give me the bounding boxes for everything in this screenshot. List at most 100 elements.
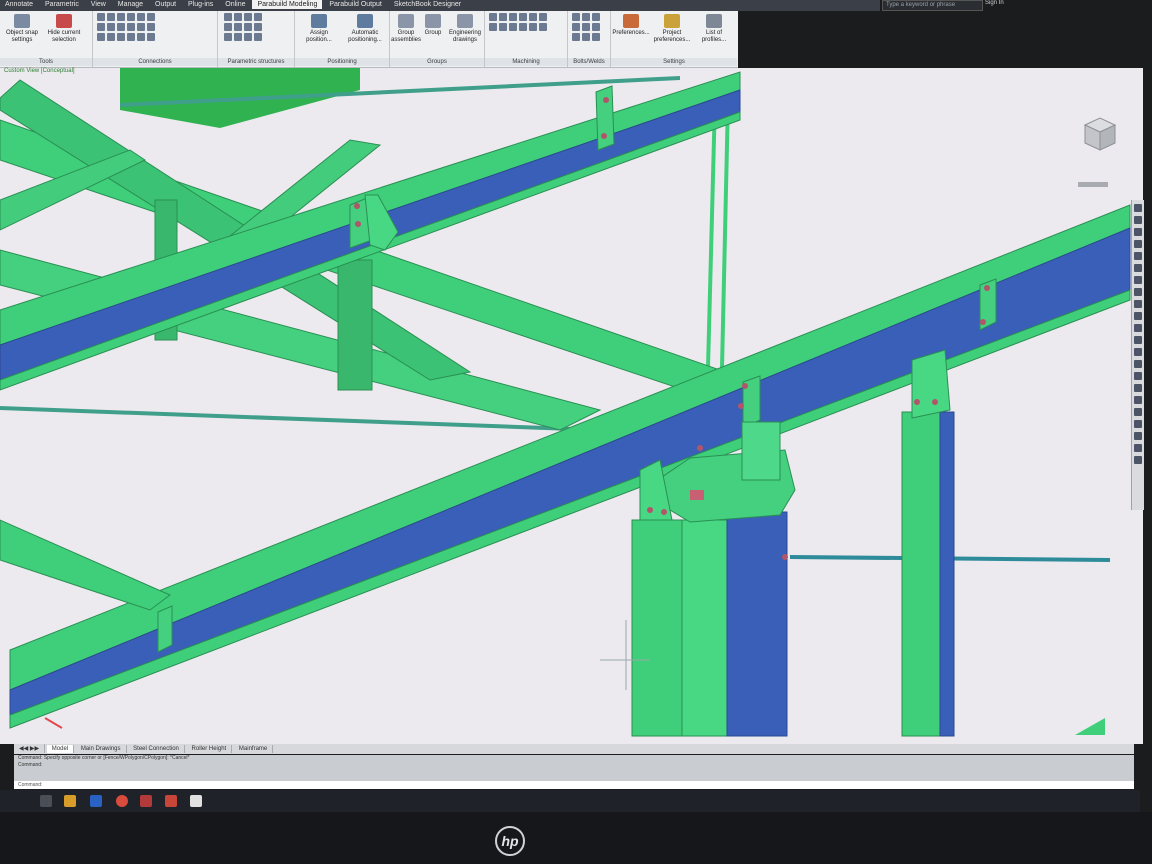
bolt-tool-icon[interactable]: [572, 23, 580, 31]
machining-tool-icon[interactable]: [539, 23, 547, 31]
nav-arrows[interactable]: ◀◀ ▶▶: [14, 744, 46, 753]
tab-online[interactable]: Online: [220, 0, 250, 9]
connection-tool-icon[interactable]: [117, 23, 125, 31]
machining-tool-icon[interactable]: [499, 13, 507, 21]
start-icon[interactable]: [40, 795, 52, 807]
bolt-tool-icon[interactable]: [582, 13, 590, 21]
assign-position-button[interactable]: Assign position...: [297, 14, 341, 44]
viewport-label[interactable]: Custom View [Conceptual]: [2, 68, 77, 74]
connection-tool-icon[interactable]: [147, 13, 155, 21]
toolbar-tool-icon[interactable]: [1134, 384, 1142, 392]
toolbar-tool-icon[interactable]: [1134, 300, 1142, 308]
machining-tool-icon[interactable]: [529, 23, 537, 31]
machining-tool-icon[interactable]: [529, 13, 537, 21]
parametric-tool-icon[interactable]: [254, 23, 262, 31]
preferences-button[interactable]: Preferences...: [611, 14, 651, 37]
machining-tool-icon[interactable]: [509, 13, 517, 21]
parametric-tool-icon[interactable]: [234, 23, 242, 31]
toolbar-tool-icon[interactable]: [1134, 372, 1142, 380]
machining-tool-icon[interactable]: [509, 23, 517, 31]
connection-tool-icon[interactable]: [147, 23, 155, 31]
bolt-tool-icon[interactable]: [572, 33, 580, 41]
parametric-tool-icon[interactable]: [224, 23, 232, 31]
connection-tool-icon[interactable]: [127, 23, 135, 31]
tab-parabuild-output[interactable]: Parabuild Output: [324, 0, 387, 9]
tab-mainframe[interactable]: Mainframe: [234, 745, 274, 753]
connection-tool-icon[interactable]: [137, 23, 145, 31]
toolbar-tool-icon[interactable]: [1134, 240, 1142, 248]
connection-tool-icon[interactable]: [107, 13, 115, 21]
machining-tool-icon[interactable]: [499, 23, 507, 31]
tab-roller-height[interactable]: Roller Height: [187, 745, 233, 753]
viewcube[interactable]: [1083, 117, 1117, 151]
toolbar-tool-icon[interactable]: [1134, 312, 1142, 320]
wcs-dropdown[interactable]: [1078, 182, 1108, 187]
parametric-tool-icon[interactable]: [244, 33, 252, 41]
tab-main-drawings[interactable]: Main Drawings: [76, 745, 127, 753]
tab-view[interactable]: View: [86, 0, 111, 9]
tab-parabuild-modeling[interactable]: Parabuild Modeling: [252, 0, 323, 9]
toolbar-tool-icon[interactable]: [1134, 396, 1142, 404]
toolbar-tool-icon[interactable]: [1134, 408, 1142, 416]
toolbar-tool-icon[interactable]: [1134, 252, 1142, 260]
connection-tool-icon[interactable]: [137, 33, 145, 41]
connection-tool-icon[interactable]: [117, 33, 125, 41]
connection-tool-icon[interactable]: [127, 13, 135, 21]
tab-steel-connection[interactable]: Steel Connection: [128, 745, 185, 753]
toolbar-tool-icon[interactable]: [1134, 420, 1142, 428]
bolt-tool-icon[interactable]: [582, 23, 590, 31]
toolbar-tool-icon[interactable]: [1134, 336, 1142, 344]
tab-sketchbook-designer[interactable]: SketchBook Designer: [389, 0, 466, 9]
connection-tool-icon[interactable]: [97, 13, 105, 21]
parametric-tool-icon[interactable]: [254, 13, 262, 21]
tab-manage[interactable]: Manage: [113, 0, 148, 9]
tab-output[interactable]: Output: [150, 0, 181, 9]
toolbar-tool-icon[interactable]: [1134, 204, 1142, 212]
connection-tool-icon[interactable]: [117, 13, 125, 21]
machining-tool-icon[interactable]: [489, 23, 497, 31]
bolt-tool-icon[interactable]: [582, 33, 590, 41]
connection-tool-icon[interactable]: [107, 33, 115, 41]
parametric-tool-icon[interactable]: [224, 13, 232, 21]
parametric-tool-icon[interactable]: [234, 13, 242, 21]
machining-tool-icon[interactable]: [519, 13, 527, 21]
autocad-icon[interactable]: [190, 795, 202, 807]
toolbar-tool-icon[interactable]: [1134, 288, 1142, 296]
app-icon[interactable]: [165, 795, 177, 807]
connection-tool-icon[interactable]: [107, 23, 115, 31]
tab-model[interactable]: Model: [46, 745, 75, 753]
sign-in-button[interactable]: Sign In: [985, 0, 1004, 6]
parametric-tool-icon[interactable]: [244, 23, 252, 31]
app-icon[interactable]: [140, 795, 152, 807]
toolbar-tool-icon[interactable]: [1134, 276, 1142, 284]
group-assemblies-button[interactable]: Group assemblies: [390, 14, 422, 44]
toolbar-tool-icon[interactable]: [1134, 348, 1142, 356]
toolbar-tool-icon[interactable]: [1134, 216, 1142, 224]
object-snap-settings-button[interactable]: Object snap settings: [0, 14, 44, 44]
tab-plugins[interactable]: Plug-ins: [183, 0, 218, 9]
machining-tool-icon[interactable]: [539, 13, 547, 21]
connection-tool-icon[interactable]: [97, 33, 105, 41]
search-input[interactable]: Type a keyword or phrase: [882, 0, 983, 11]
parametric-tool-icon[interactable]: [224, 33, 232, 41]
tab-parametric[interactable]: Parametric: [40, 0, 84, 9]
project-preferences-button[interactable]: Project preferences...: [651, 14, 693, 44]
connection-tool-icon[interactable]: [127, 33, 135, 41]
command-input[interactable]: Command:: [14, 781, 1134, 789]
toolbar-tool-icon[interactable]: [1134, 432, 1142, 440]
toolbar-tool-icon[interactable]: [1134, 264, 1142, 272]
file-explorer-icon[interactable]: [64, 795, 76, 807]
tab-annotate[interactable]: Annotate: [0, 0, 38, 9]
connection-tool-icon[interactable]: [97, 23, 105, 31]
toolbar-tool-icon[interactable]: [1134, 444, 1142, 452]
machining-tool-icon[interactable]: [519, 23, 527, 31]
bolt-tool-icon[interactable]: [592, 13, 600, 21]
engineering-drawings-button[interactable]: Engineering drawings: [446, 14, 484, 44]
hide-selection-button[interactable]: Hide current selection: [42, 14, 86, 44]
machining-tool-icon[interactable]: [489, 13, 497, 21]
model-viewport[interactable]: [0, 68, 1143, 744]
toolbar-tool-icon[interactable]: [1134, 228, 1142, 236]
parametric-tool-icon[interactable]: [244, 13, 252, 21]
app-icon[interactable]: [90, 795, 102, 807]
group-button[interactable]: Group: [422, 14, 444, 37]
